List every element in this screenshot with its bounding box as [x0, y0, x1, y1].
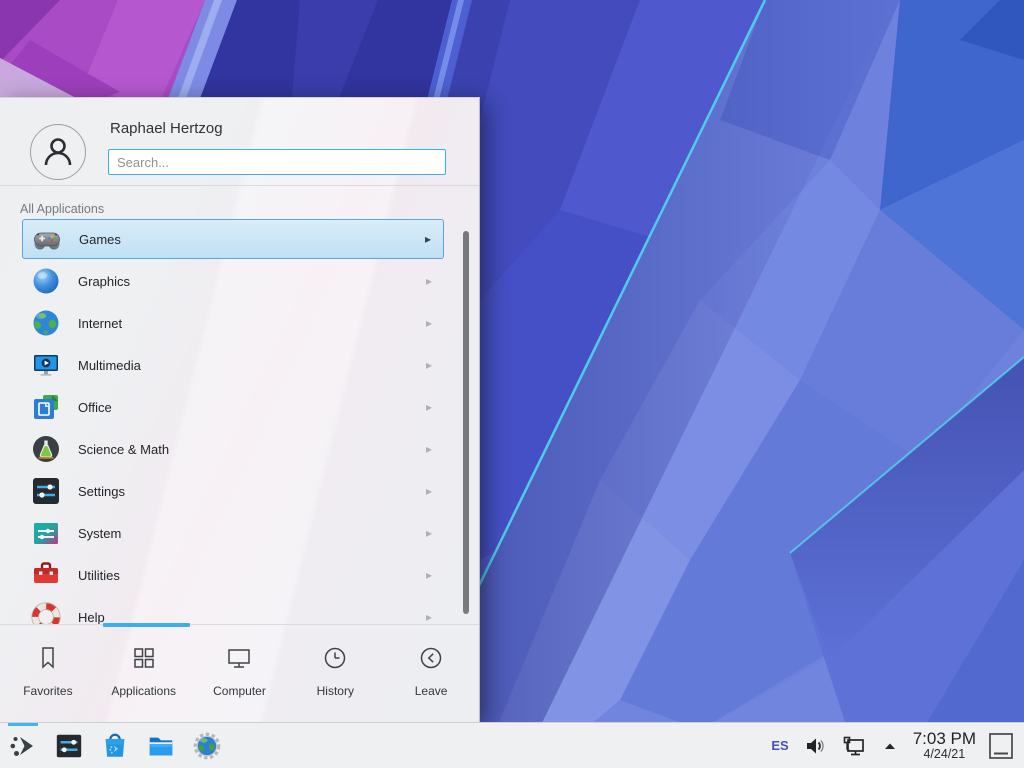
web-browser-button[interactable]	[184, 723, 230, 768]
file-manager-button[interactable]	[138, 723, 184, 768]
submenu-arrow-icon: ▸	[426, 400, 432, 414]
user-avatar[interactable]	[30, 124, 86, 180]
tab-history[interactable]: History	[287, 625, 383, 722]
user-icon	[38, 132, 78, 172]
monitor-icon	[225, 644, 253, 672]
category-label: Utilities	[78, 568, 426, 583]
tab-favorites[interactable]: Favorites	[0, 625, 96, 722]
submenu-arrow-icon: ▸	[426, 274, 432, 288]
tab-computer[interactable]: Computer	[192, 625, 288, 722]
konqueror-globe-icon	[192, 731, 222, 761]
category-label: Settings	[78, 484, 426, 499]
gamepad-icon	[31, 223, 63, 255]
category-label: System	[78, 526, 426, 541]
category-label: Office	[78, 400, 426, 415]
submenu-arrow-icon: ▸	[426, 610, 432, 624]
application-launcher-panel: Raphael Hertzog All Applications Games	[0, 97, 480, 722]
submenu-arrow-icon: ▸	[426, 316, 432, 330]
submenu-arrow-icon: ▸	[426, 484, 432, 498]
discover-bag-icon	[100, 731, 130, 761]
volume-icon[interactable]	[803, 734, 827, 758]
section-label: All Applications	[20, 202, 104, 216]
tab-label: History	[317, 684, 354, 698]
user-name: Raphael Hertzog	[110, 120, 223, 137]
system-settings-icon	[54, 731, 84, 761]
category-help[interactable]: Help ▸	[22, 597, 444, 625]
document-icon	[30, 391, 62, 423]
show-desktop-icon	[988, 732, 1014, 760]
discover-button[interactable]	[92, 723, 138, 768]
bookmark-icon	[34, 644, 62, 672]
category-graphics[interactable]: Graphics ▸	[22, 261, 444, 301]
category-label: Multimedia	[78, 358, 426, 373]
category-office[interactable]: Office ▸	[22, 387, 444, 427]
kde-launcher-icon	[8, 731, 38, 761]
category-utilities[interactable]: Utilities ▸	[22, 555, 444, 595]
launcher-tabbar: Favorites Applications Computer	[0, 624, 479, 722]
flask-icon	[30, 433, 62, 465]
media-monitor-icon	[30, 349, 62, 381]
category-system[interactable]: System ▸	[22, 513, 444, 553]
tray-expander-caret-icon[interactable]	[881, 737, 899, 755]
tab-label: Computer	[213, 684, 266, 698]
grid-icon	[130, 644, 158, 672]
active-tab-indicator	[103, 623, 190, 627]
sliders-icon	[30, 475, 62, 507]
show-desktop-button[interactable]	[988, 732, 1014, 760]
submenu-arrow-icon: ▸	[426, 358, 432, 372]
digital-clock[interactable]: 7:03 PM 4/24/21	[913, 730, 976, 761]
globe-icon	[30, 307, 62, 339]
submenu-arrow-icon: ▸	[426, 568, 432, 582]
sphere-icon	[30, 265, 62, 297]
category-games[interactable]: Games ▸	[22, 219, 444, 259]
category-list: Games ▸ Graphics ▸	[0, 219, 479, 625]
clock-date: 4/24/21	[923, 748, 965, 761]
category-internet[interactable]: Internet ▸	[22, 303, 444, 343]
toolbox-icon	[30, 559, 62, 591]
network-icon[interactable]	[841, 733, 867, 759]
lifebuoy-icon	[30, 601, 62, 625]
category-label: Games	[79, 232, 425, 247]
category-settings[interactable]: Settings ▸	[22, 471, 444, 511]
category-multimedia[interactable]: Multimedia ▸	[22, 345, 444, 385]
history-clock-icon	[321, 644, 349, 672]
search-input[interactable]	[108, 149, 446, 175]
tab-label: Leave	[415, 684, 448, 698]
clock-time: 7:03 PM	[913, 730, 976, 748]
submenu-arrow-icon: ▸	[426, 526, 432, 540]
submenu-arrow-icon: ▸	[426, 442, 432, 456]
tab-leave[interactable]: Leave	[383, 625, 479, 722]
category-label: Science & Math	[78, 442, 426, 457]
system-settings-button[interactable]	[46, 723, 92, 768]
scrollbar[interactable]	[463, 231, 469, 614]
launcher-header: Raphael Hertzog	[0, 98, 479, 186]
application-launcher-button[interactable]	[0, 723, 46, 768]
system-tray: ES 7:03 PM 4/24/21	[771, 723, 1024, 768]
folder-icon	[146, 731, 176, 761]
taskbar-app-icons	[0, 723, 230, 768]
tab-label: Applications	[111, 684, 176, 698]
taskbar: ES 7:03 PM 4/24/21	[0, 722, 1024, 768]
leave-icon	[417, 644, 445, 672]
system-sliders-icon	[30, 517, 62, 549]
tab-label: Favorites	[23, 684, 72, 698]
category-label: Graphics	[78, 274, 426, 289]
keyboard-layout-indicator[interactable]: ES	[771, 738, 788, 753]
active-indicator	[8, 723, 38, 726]
tab-applications[interactable]: Applications	[96, 625, 192, 722]
category-science-math[interactable]: Science & Math ▸	[22, 429, 444, 469]
submenu-arrow-icon: ▸	[425, 232, 431, 246]
category-label: Internet	[78, 316, 426, 331]
